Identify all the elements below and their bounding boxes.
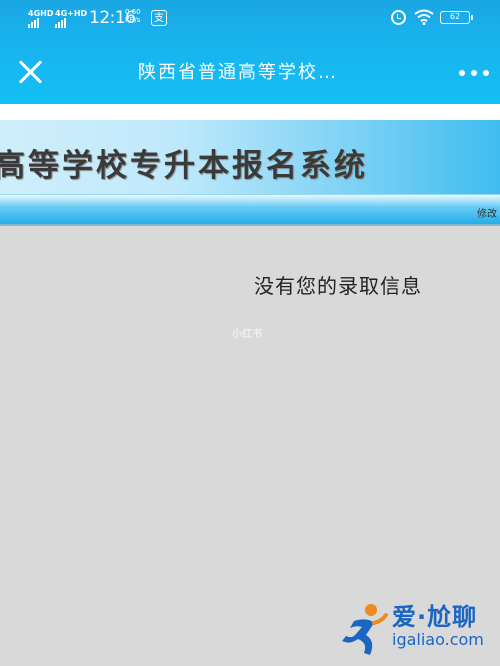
signal-bars-icon bbox=[55, 18, 67, 28]
site-logo: 爱·尬聊 igaliao.com bbox=[340, 597, 500, 666]
network-2-label: 4G+HD bbox=[55, 9, 88, 18]
battery-icon: 62 bbox=[440, 11, 473, 24]
logo-domain-text: igaliao.com bbox=[392, 630, 484, 649]
more-options-button[interactable] bbox=[459, 68, 489, 78]
signal-2: 4G+HD bbox=[55, 10, 87, 28]
net-speed-unit: KB/s bbox=[125, 16, 141, 24]
system-banner: 高等学校专升本报名系统 bbox=[0, 120, 500, 194]
alarm-icon bbox=[391, 10, 406, 25]
close-button[interactable] bbox=[17, 58, 45, 86]
signal-bars-icon bbox=[28, 18, 40, 28]
xiaohongshu-watermark: 小红书 bbox=[232, 329, 262, 340]
nav-strip: 修改 bbox=[0, 194, 500, 226]
top-bar: 4GHD 4G+HD 12:16 0.60 KB/s 支 62 陕西省普通高等学… bbox=[0, 0, 500, 104]
no-admission-message: 没有您的录取信息 bbox=[254, 274, 422, 298]
header-spacer bbox=[0, 104, 500, 120]
network-1-label: 4GHD bbox=[28, 9, 54, 18]
alipay-notification-icon: 支 bbox=[151, 10, 167, 26]
logo-chinese-text: 爱·尬聊 bbox=[392, 603, 478, 631]
net-speed-value: 0.60 bbox=[125, 8, 141, 16]
net-speed: 0.60 KB/s bbox=[125, 8, 141, 24]
status-bar: 4GHD 4G+HD 12:16 0.60 KB/s 支 62 bbox=[0, 0, 500, 38]
signal-1: 4GHD bbox=[28, 10, 53, 28]
running-figure-icon bbox=[342, 604, 388, 655]
modify-link[interactable]: 修改 bbox=[477, 205, 497, 220]
page-title: 陕西省普通高等学校… bbox=[138, 62, 338, 83]
wifi-icon bbox=[414, 9, 434, 25]
banner-title: 高等学校专升本报名系统 bbox=[0, 148, 368, 184]
